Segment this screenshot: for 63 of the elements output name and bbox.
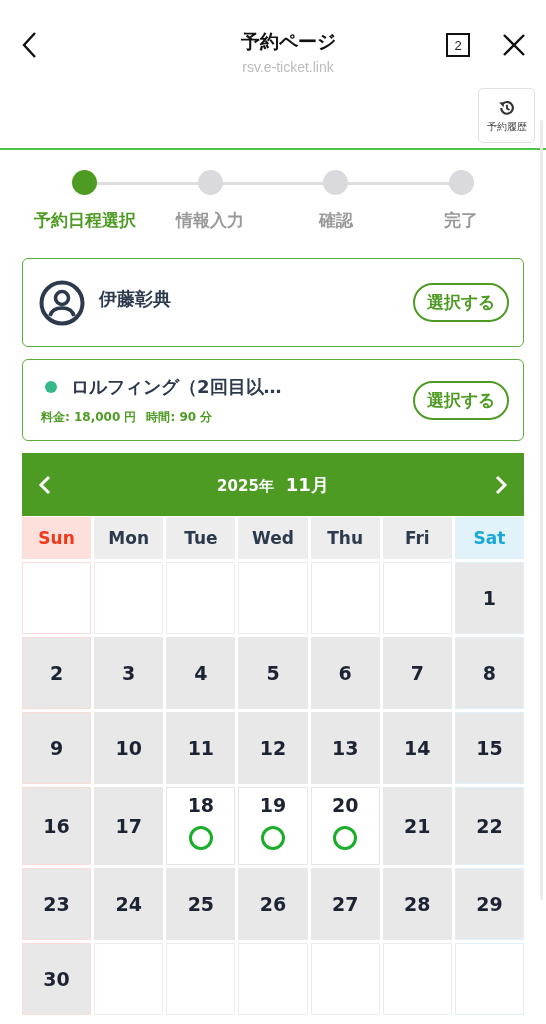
weekday-header: Mon <box>94 517 164 559</box>
close-icon[interactable] <box>502 33 526 57</box>
day-number: 27 <box>331 893 359 915</box>
day-number: 13 <box>331 737 359 759</box>
day-number: 26 <box>259 893 287 915</box>
available-mark-icon <box>188 826 213 850</box>
day-number: 23 <box>43 893 70 915</box>
day-number: 4 <box>194 662 208 684</box>
day-number: 5 <box>266 662 280 684</box>
day-number: 1 <box>482 587 497 609</box>
day-cell[interactable]: 20 <box>310 787 380 865</box>
history-button[interactable]: 予約履歴 <box>478 88 535 143</box>
day-number: 19 <box>259 794 287 816</box>
day-number: 16 <box>43 815 70 837</box>
day-number: 11 <box>187 737 215 759</box>
empty-day-cell <box>22 562 92 634</box>
day-number: 15 <box>476 737 503 759</box>
day-cell[interactable]: 19 <box>238 787 308 865</box>
weekday-header: Thu <box>310 517 380 559</box>
duration-text: 時間: 90 分 <box>146 408 213 426</box>
step-label: 情報入力 <box>176 209 245 232</box>
weekday-header: Sun <box>22 517 92 559</box>
day-number: 28 <box>404 893 431 915</box>
step-label: 確認 <box>318 209 353 232</box>
site-url: rsv.e-ticket.link <box>241 59 335 75</box>
day-number: 14 <box>404 737 431 759</box>
day-number: 9 <box>49 737 64 759</box>
weekday-header: Wed <box>238 517 308 559</box>
day-number: 20 <box>331 794 359 816</box>
user-icon <box>39 279 85 326</box>
day-number: 24 <box>115 893 142 915</box>
menu-name: ロルフィング（2回目以… <box>71 374 282 399</box>
day-number: 22 <box>476 815 503 837</box>
available-mark-icon <box>333 826 358 850</box>
calendar-year: 2025年 <box>217 476 274 496</box>
weekday-header: Sat <box>454 517 524 559</box>
day-number: 17 <box>115 815 142 837</box>
price-text: 料金: 18,000 円 <box>41 408 137 426</box>
day-number: 8 <box>482 662 497 684</box>
next-month-icon[interactable] <box>494 473 508 496</box>
available-mark-icon <box>261 826 285 850</box>
day-number: 3 <box>122 662 136 684</box>
day-number: 6 <box>338 662 352 684</box>
empty-day-cell <box>454 943 524 1015</box>
weekday-header: Fri <box>382 517 452 559</box>
day-number: 2 <box>49 662 64 684</box>
day-number: 29 <box>476 893 503 915</box>
calendar-month: 11月 <box>285 472 329 497</box>
day-number: 10 <box>115 737 142 759</box>
tab-count[interactable]: 2 <box>446 33 470 57</box>
day-number: 7 <box>410 662 424 684</box>
day-number: 30 <box>43 968 70 990</box>
step-label: 完了 <box>444 209 479 232</box>
prev-month-icon[interactable] <box>38 473 52 496</box>
day-number: 25 <box>187 893 215 915</box>
day-cell[interactable]: 18 <box>166 787 236 865</box>
step-label: 予約日程選択 <box>33 209 136 232</box>
page-title: 予約ページ <box>239 29 337 54</box>
weekday-header: Tue <box>166 517 236 559</box>
staff-name: 伊藤彰典 <box>99 287 172 311</box>
day-number: 21 <box>404 815 431 837</box>
day-number: 12 <box>259 737 287 759</box>
day-number: 18 <box>187 794 215 816</box>
